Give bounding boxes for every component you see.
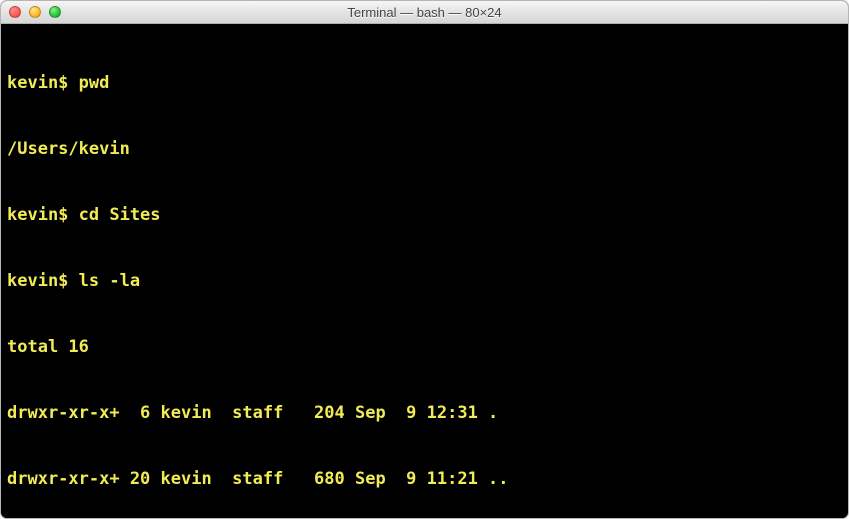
terminal-line: total 16 <box>7 336 842 358</box>
zoom-icon[interactable] <box>49 6 61 18</box>
terminal-body[interactable]: kevin$ pwd /Users/kevin kevin$ cd Sites … <box>1 24 848 518</box>
terminal-line: kevin$ ls -la <box>7 270 842 292</box>
terminal-line: /Users/kevin <box>7 138 842 160</box>
terminal-line: kevin$ cd Sites <box>7 204 842 226</box>
window-controls <box>9 6 61 18</box>
window-title: Terminal — bash — 80×24 <box>1 5 848 20</box>
terminal-line: kevin$ pwd <box>7 72 842 94</box>
terminal-line: drwxr-xr-x+ 20 kevin staff 680 Sep 9 11:… <box>7 468 842 490</box>
title-bar[interactable]: Terminal — bash — 80×24 <box>1 1 848 24</box>
terminal-line: drwxr-xr-x+ 6 kevin staff 204 Sep 9 12:3… <box>7 402 842 424</box>
close-icon[interactable] <box>9 6 21 18</box>
terminal-window: Terminal — bash — 80×24 kevin$ pwd /User… <box>0 0 849 519</box>
minimize-icon[interactable] <box>29 6 41 18</box>
